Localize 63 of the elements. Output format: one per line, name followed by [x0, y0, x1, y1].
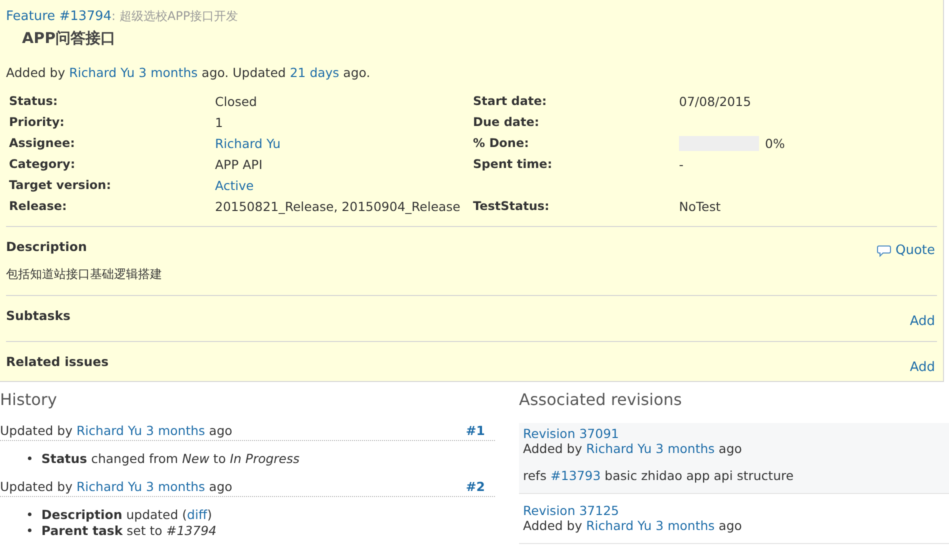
attribute-label: Assignee: — [9, 136, 76, 151]
section-heading: Subtasks — [6, 308, 70, 323]
author-link[interactable]: Richard Yu — [76, 423, 142, 438]
add-link[interactable]: Add — [910, 314, 935, 329]
author-link[interactable]: Richard Yu — [76, 479, 142, 494]
attribute-label: TestStatus: — [473, 199, 550, 214]
attribute-value: 20150821_Release, 20150904_Release — [215, 199, 462, 214]
author-link[interactable]: Richard Yu — [586, 518, 652, 533]
attribute-label: Release: — [9, 199, 68, 214]
change-detail: Description updated (diff) — [41, 507, 212, 523]
attribute-label: Spent time: — [473, 157, 554, 172]
change-detail: Status changed from New to In Progress — [41, 451, 300, 467]
attribute-label: Status: — [9, 94, 59, 109]
attribute-value: - — [679, 157, 685, 172]
revision-link[interactable]: Revision 37125 — [523, 503, 619, 518]
attribute-label: % Done: — [473, 136, 530, 151]
time-link[interactable]: 3 months — [656, 441, 715, 456]
attribute-label: Category: — [9, 157, 76, 172]
time-link[interactable]: 3 months — [146, 423, 206, 438]
section-title: History — [0, 390, 58, 409]
attribute-label: Start date: — [473, 94, 548, 109]
parent-subject: : 超级选校APP接口开发 — [112, 9, 238, 23]
attribute-value: Closed — [215, 94, 258, 109]
attribute-value: 1 — [215, 115, 224, 130]
author-link[interactable]: Richard Yu — [586, 441, 652, 456]
added-time-link[interactable]: 3 months — [138, 65, 198, 80]
added-by-line: Added by Richard Yu 3 months ago. Updated 21 days ago. — [6, 65, 372, 80]
progress-reading: 0% — [765, 136, 785, 151]
bullet-mark: • — [26, 451, 34, 467]
attribute-value: 07/08/2015 — [679, 94, 752, 109]
revision-byline: Added by Richard Yu 3 months ago — [523, 441, 743, 456]
section-title: Associated revisions — [519, 390, 683, 409]
attribute-value-link[interactable]: Active — [215, 178, 254, 193]
journal-byline: Updated by Richard Yu 3 months ago — [0, 423, 232, 438]
issue-subject: APP问答接口 — [22, 29, 117, 48]
commit-message: refs #13793 basic zhidao app api structure — [523, 468, 795, 483]
revision-byline: Added by Richard Yu 3 months ago — [523, 518, 743, 533]
journal-number-link[interactable]: #1 — [466, 423, 495, 438]
attribute-label: Priority: — [9, 115, 66, 130]
bullet-mark: • — [26, 507, 34, 523]
attribute-label: Target version: — [9, 178, 112, 193]
attribute-label: Due date: — [473, 115, 540, 130]
parent-issue-link[interactable]: Feature #13794 — [6, 9, 112, 24]
attribute-value-link[interactable]: Richard Yu — [215, 136, 281, 151]
journal-number-link[interactable]: #2 — [466, 479, 495, 494]
quote-link[interactable]: Quote — [877, 243, 935, 258]
revision-link[interactable]: Revision 37091 — [523, 426, 619, 441]
section-heading: Description — [6, 239, 87, 254]
attribute-value: NoTest — [679, 199, 722, 214]
description-text: 包括知道站接口基础逻辑搭建 — [6, 266, 163, 283]
journal-byline: Updated by Richard Yu 3 months ago — [0, 479, 232, 494]
time-link[interactable]: 3 months — [146, 479, 206, 494]
bullet-mark: • — [26, 523, 34, 539]
time-link[interactable]: 3 months — [656, 518, 715, 533]
author-link[interactable]: Richard Yu — [69, 65, 135, 80]
issue-link[interactable]: #13793 — [550, 468, 601, 483]
change-detail: Parent task set to #13794 — [41, 523, 216, 539]
speech-bubble-icon — [877, 244, 892, 256]
section-heading: Related issues — [6, 354, 109, 369]
diff-link[interactable]: diff — [187, 507, 208, 522]
add-link[interactable]: Add — [910, 360, 935, 375]
attribute-value: APP API — [215, 157, 264, 172]
updated-time-link[interactable]: 21 days — [290, 65, 340, 80]
